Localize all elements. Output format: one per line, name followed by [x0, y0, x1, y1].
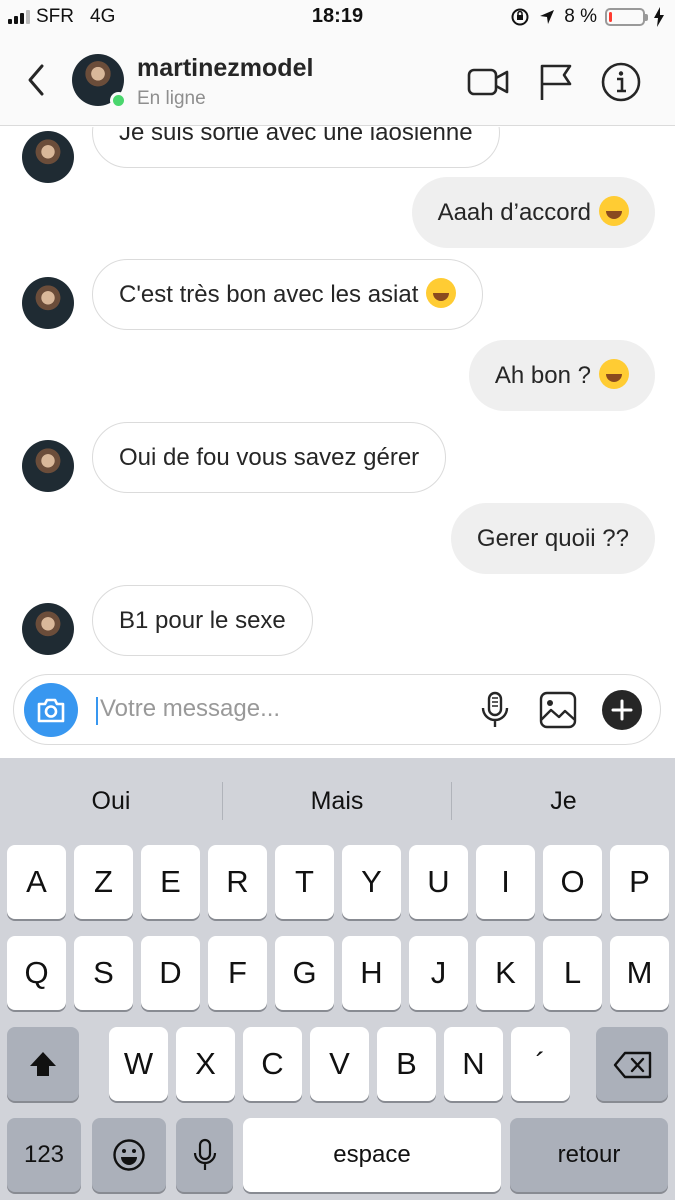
- message-bubble-incoming[interactable]: B1 pour le sexe: [92, 585, 313, 656]
- key-l[interactable]: L: [543, 936, 602, 1010]
- savoring-food-emoji-icon: [426, 278, 457, 308]
- sender-avatar: [22, 131, 74, 183]
- message-list[interactable]: Je suis sortie avec une laosienne Aaah d…: [0, 127, 675, 662]
- key-g[interactable]: G: [275, 936, 334, 1010]
- gallery-icon[interactable]: [538, 690, 578, 730]
- info-icon[interactable]: [599, 60, 643, 104]
- microphone-icon: [193, 1138, 217, 1170]
- battery-fill: [609, 12, 612, 22]
- flag-icon[interactable]: [534, 60, 578, 104]
- message-text: Oui de fou vous savez gérer: [119, 444, 420, 471]
- key-w[interactable]: W: [109, 1027, 168, 1101]
- message-bubble-incoming[interactable]: C'est très bon avec les asiat: [92, 259, 484, 330]
- suggestion-item[interactable]: Oui: [0, 758, 222, 844]
- microphone-icon[interactable]: [475, 690, 515, 730]
- message-bubble-outgoing[interactable]: Aaah d’accord: [411, 177, 655, 248]
- key-z[interactable]: Z: [74, 845, 133, 919]
- key-q[interactable]: Q: [7, 936, 66, 1010]
- key-d[interactable]: D: [141, 936, 200, 1010]
- message-bubble-incoming[interactable]: Je suis sortie avec une laosienne: [92, 127, 500, 168]
- dictation-key[interactable]: [176, 1118, 233, 1192]
- key-acute-accent[interactable]: ´: [511, 1027, 570, 1101]
- message-text: Ah bon ?: [494, 362, 591, 389]
- contact-username[interactable]: martinezmodel: [137, 54, 313, 83]
- key-u[interactable]: U: [409, 845, 468, 919]
- keyboard: Oui Mais Je A Z E R T Y U I O P Q S D F …: [0, 758, 675, 1200]
- key-x[interactable]: X: [176, 1027, 235, 1101]
- sender-avatar: [22, 277, 74, 329]
- message-text: Gerer quoii ??: [476, 525, 629, 552]
- key-j[interactable]: J: [409, 936, 468, 1010]
- key-o[interactable]: O: [543, 845, 602, 919]
- message-input[interactable]: Votre message...: [100, 695, 280, 723]
- emoji-key[interactable]: [92, 1118, 166, 1192]
- tears-of-joy-emoji-icon: [599, 196, 629, 226]
- key-h[interactable]: H: [342, 936, 401, 1010]
- key-n[interactable]: N: [444, 1027, 503, 1101]
- numbers-key[interactable]: 123: [7, 1118, 81, 1192]
- key-a[interactable]: A: [7, 845, 66, 919]
- contact-presence: En ligne: [137, 88, 206, 109]
- message-bubble-outgoing[interactable]: Ah bon ?: [468, 340, 655, 411]
- sender-avatar: [22, 440, 74, 492]
- message-text: Aaah d’accord: [437, 199, 591, 226]
- key-m[interactable]: M: [610, 936, 669, 1010]
- key-v[interactable]: V: [310, 1027, 369, 1101]
- space-key[interactable]: espace: [243, 1118, 501, 1192]
- battery-icon: [605, 8, 648, 26]
- text-caret: [96, 697, 98, 725]
- backspace-icon: [613, 1051, 652, 1079]
- key-k[interactable]: K: [476, 936, 535, 1010]
- message-composer: Votre message...: [13, 674, 661, 745]
- key-r[interactable]: R: [208, 845, 267, 919]
- video-call-icon[interactable]: [466, 60, 510, 104]
- key-b[interactable]: B: [377, 1027, 436, 1101]
- message-text: B1 pour le sexe: [119, 607, 286, 634]
- sender-avatar: [22, 603, 74, 655]
- key-p[interactable]: P: [610, 845, 669, 919]
- return-key[interactable]: retour: [510, 1118, 668, 1192]
- message-bubble-incoming[interactable]: Oui de fou vous savez gérer: [92, 422, 447, 493]
- rotation-lock-icon: [511, 8, 529, 26]
- tears-of-joy-emoji-icon: [599, 359, 629, 389]
- battery-percent: 8 %: [564, 6, 597, 27]
- key-e[interactable]: E: [141, 845, 200, 919]
- shift-arrow-icon: [30, 1052, 56, 1076]
- contact-avatar[interactable]: [72, 54, 127, 109]
- key-f[interactable]: F: [208, 936, 267, 1010]
- camera-button[interactable]: [24, 683, 78, 737]
- suggestion-bar: Oui Mais Je: [0, 758, 675, 844]
- camera-icon: [37, 698, 65, 723]
- location-icon: [540, 10, 555, 24]
- online-indicator: [110, 92, 127, 109]
- shift-key[interactable]: [7, 1027, 79, 1101]
- key-c[interactable]: C: [243, 1027, 302, 1101]
- message-text: C'est très bon avec les asiat: [119, 281, 419, 308]
- message-text: Je suis sortie avec une laosienne: [119, 127, 473, 146]
- key-s[interactable]: S: [74, 936, 133, 1010]
- message-bubble-outgoing[interactable]: Gerer quoii ??: [450, 503, 655, 574]
- chat-header: martinezmodel En ligne: [0, 36, 675, 126]
- emoji-smiley-icon: [113, 1139, 145, 1171]
- status-right: 8 %: [510, 6, 665, 28]
- back-chevron-icon[interactable]: [22, 60, 52, 100]
- key-y[interactable]: Y: [342, 845, 401, 919]
- key-t[interactable]: T: [275, 845, 334, 919]
- status-bar: SFR 4G 18:19 8 %: [0, 0, 675, 36]
- suggestion-item[interactable]: Je: [452, 758, 675, 844]
- charging-bolt-icon: [654, 7, 664, 27]
- key-i[interactable]: I: [476, 845, 535, 919]
- plus-icon[interactable]: [602, 690, 642, 730]
- backspace-key[interactable]: [596, 1027, 668, 1101]
- suggestion-item[interactable]: Mais: [223, 758, 451, 844]
